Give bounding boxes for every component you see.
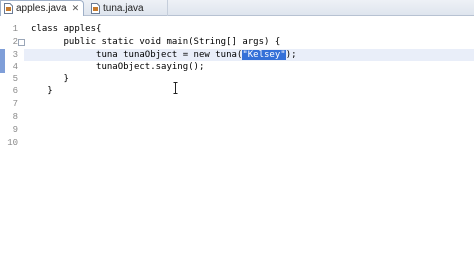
java-file-icon bbox=[4, 3, 13, 14]
code-line-2: public static void main(String[] args) { bbox=[31, 37, 281, 47]
line-number: 10 bbox=[7, 138, 18, 148]
selected-string-literal: "Kelsey" bbox=[242, 50, 286, 60]
line-number: 2 bbox=[12, 37, 18, 47]
code-editor[interactable]: 1 2 3 4 5 6 7 8 9 10 class apples{ publi… bbox=[0, 16, 474, 266]
line-number: 5 bbox=[12, 74, 18, 84]
fold-toggle[interactable] bbox=[18, 39, 25, 46]
ibeam-cursor-icon bbox=[173, 82, 178, 94]
line-number: 4 bbox=[12, 62, 18, 72]
line-number: 1 bbox=[12, 24, 18, 34]
code-line-4: tunaObject.saying(); bbox=[31, 62, 205, 72]
line-number: 3 bbox=[12, 50, 18, 60]
change-marker bbox=[0, 49, 5, 61]
tab-tuna-java[interactable]: tuna.java bbox=[88, 0, 168, 16]
line-number-gutter: 1 2 3 4 5 6 7 8 9 10 bbox=[0, 16, 25, 266]
line-number: 7 bbox=[12, 99, 18, 109]
code-line-6: } bbox=[31, 86, 53, 96]
code-line-5: } bbox=[31, 74, 69, 84]
code-text: tuna tunaObject = new tuna( bbox=[31, 50, 243, 60]
line-number: 8 bbox=[12, 112, 18, 122]
code-line-3: tuna tunaObject = new tuna("Kelsey"); bbox=[31, 49, 297, 61]
eclipse-editor-window: apples.java ✕ tuna.java 1 2 3 4 5 6 7 8 … bbox=[0, 0, 474, 266]
tab-label: tuna.java bbox=[103, 2, 144, 14]
editor-tab-bar: apples.java ✕ tuna.java bbox=[0, 0, 474, 16]
change-marker bbox=[0, 61, 5, 73]
tab-apples-java[interactable]: apples.java ✕ bbox=[0, 0, 84, 16]
code-line-1: class apples{ bbox=[31, 24, 102, 34]
close-icon[interactable]: ✕ bbox=[72, 3, 80, 14]
tab-label: apples.java bbox=[16, 3, 67, 14]
code-text: ); bbox=[285, 50, 297, 60]
line-number: 6 bbox=[12, 86, 18, 96]
java-file-icon bbox=[91, 2, 100, 14]
line-number: 9 bbox=[12, 125, 18, 135]
